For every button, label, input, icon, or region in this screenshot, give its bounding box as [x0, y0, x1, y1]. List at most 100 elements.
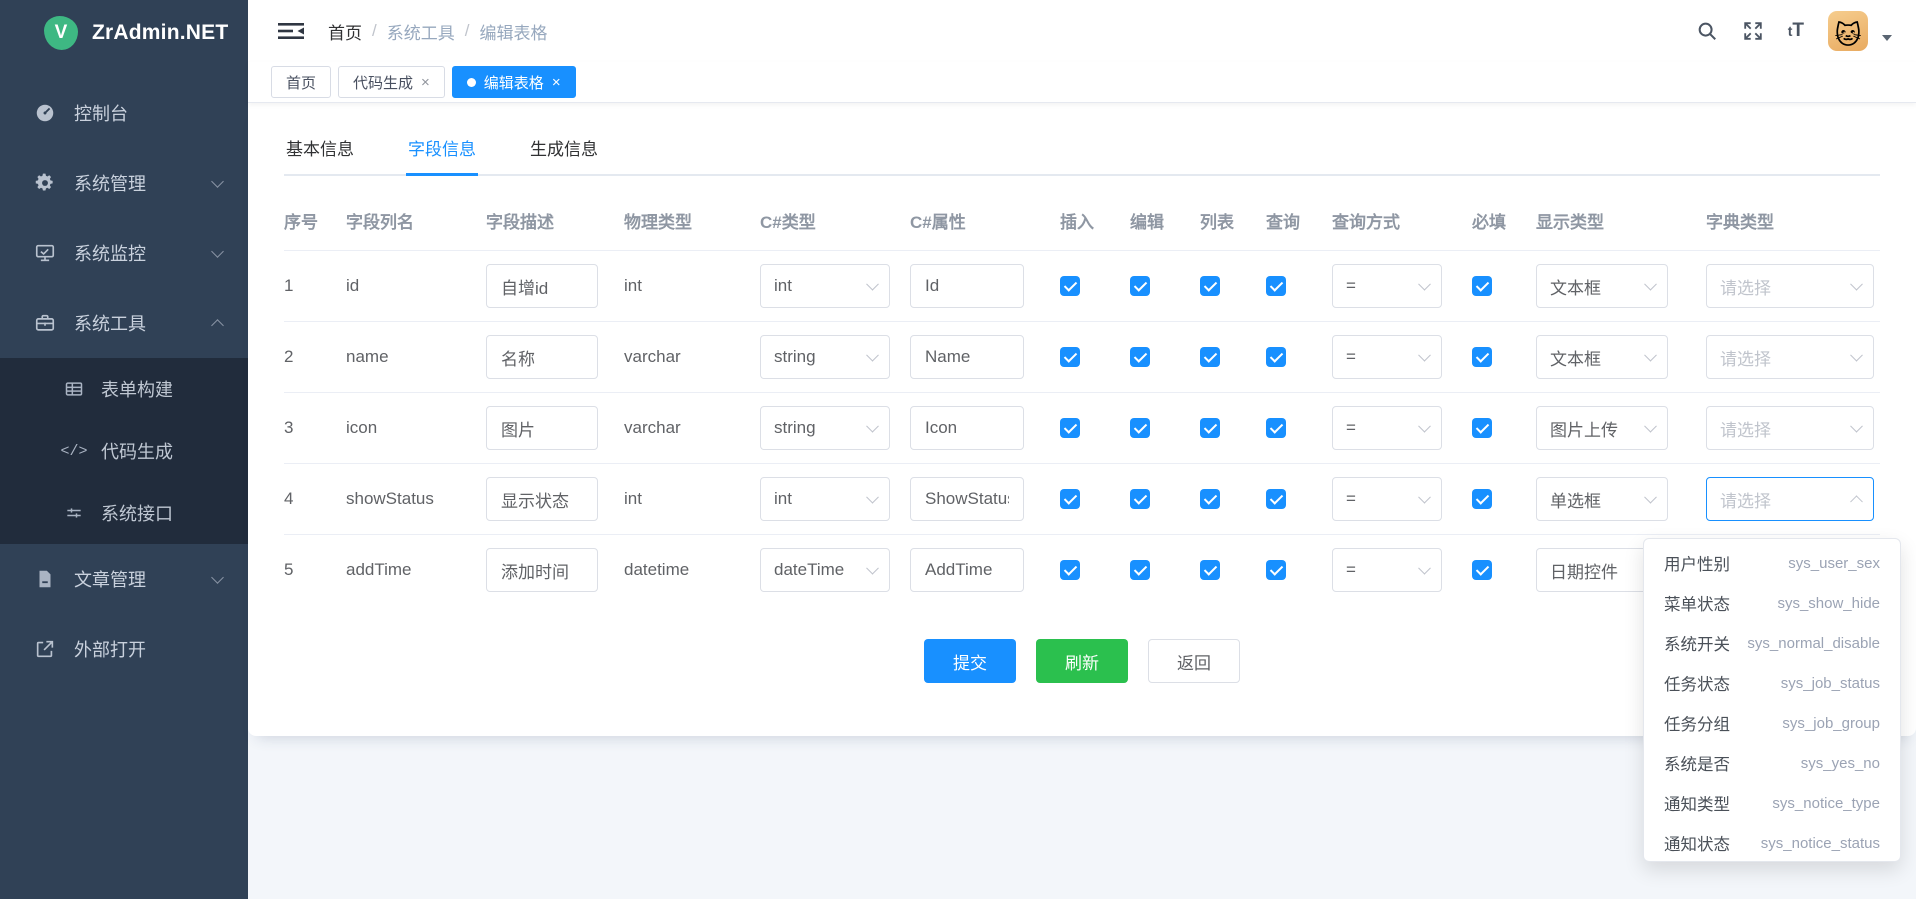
- required-checkbox[interactable]: [1472, 276, 1492, 296]
- submit-button[interactable]: 提交: [924, 639, 1016, 683]
- font-size-icon[interactable]: tT: [1788, 20, 1804, 42]
- collapse-sidebar-icon[interactable]: [278, 20, 304, 42]
- chevron-down-icon: [866, 491, 879, 504]
- csharp-property-input[interactable]: [910, 264, 1024, 308]
- csharp-type-select[interactable]: string: [760, 335, 890, 379]
- dict-option-yes-no[interactable]: 系统是否 sys_yes_no: [1644, 743, 1900, 783]
- required-checkbox[interactable]: [1472, 418, 1492, 438]
- required-checkbox[interactable]: [1472, 560, 1492, 580]
- tag-home[interactable]: 首页: [271, 66, 331, 98]
- dict-option-notice-type[interactable]: 通知类型 sys_notice_type: [1644, 783, 1900, 823]
- description-input[interactable]: [486, 477, 598, 521]
- csharp-type-select[interactable]: int: [760, 264, 890, 308]
- list-checkbox[interactable]: [1200, 418, 1220, 438]
- chevron-down-icon: [866, 278, 879, 291]
- edit-checkbox[interactable]: [1130, 347, 1150, 367]
- query-checkbox[interactable]: [1266, 276, 1286, 296]
- display-type-select[interactable]: 文本框: [1536, 335, 1668, 379]
- sidebar-item-form-build[interactable]: 表单构建: [0, 358, 248, 420]
- csharp-property-input[interactable]: [910, 548, 1024, 592]
- csharp-type-select[interactable]: int: [760, 477, 890, 521]
- required-checkbox[interactable]: [1472, 489, 1492, 509]
- insert-checkbox[interactable]: [1060, 347, 1080, 367]
- dict-option-user-sex[interactable]: 用户性别 sys_user_sex: [1644, 543, 1900, 583]
- tab-generate-info[interactable]: 生成信息: [528, 125, 600, 174]
- breadcrumb-home[interactable]: 首页: [328, 19, 362, 44]
- sidebar-item-code-generate[interactable]: </> 代码生成: [0, 420, 248, 482]
- description-input[interactable]: [486, 264, 598, 308]
- tab-basic-info[interactable]: 基本信息: [284, 125, 356, 174]
- insert-checkbox[interactable]: [1060, 489, 1080, 509]
- display-type-select[interactable]: 文本框: [1536, 264, 1668, 308]
- query-checkbox[interactable]: [1266, 560, 1286, 580]
- fullscreen-icon[interactable]: [1742, 20, 1764, 42]
- close-icon[interactable]: ×: [421, 74, 430, 91]
- sidebar-item-dashboard[interactable]: 控制台: [0, 78, 248, 148]
- tab-field-info[interactable]: 字段信息: [406, 125, 478, 174]
- insert-checkbox[interactable]: [1060, 560, 1080, 580]
- csharp-type-select[interactable]: string: [760, 406, 890, 450]
- dict-option-normal-disable[interactable]: 系统开关 sys_normal_disable: [1644, 623, 1900, 663]
- close-icon[interactable]: ×: [552, 74, 561, 91]
- search-icon[interactable]: [1696, 20, 1718, 42]
- back-button[interactable]: 返回: [1148, 639, 1240, 683]
- app-logo[interactable]: V ZrAdmin.NET: [0, 0, 248, 66]
- dict-option-job-group[interactable]: 任务分组 sys_job_group: [1644, 703, 1900, 743]
- query-method-select[interactable]: =: [1332, 264, 1442, 308]
- query-checkbox[interactable]: [1266, 418, 1286, 438]
- dict-option-notice-status[interactable]: 通知状态 sys_notice_status: [1644, 823, 1900, 862]
- column-name: addTime: [346, 560, 486, 580]
- display-type-select[interactable]: 图片上传: [1536, 406, 1668, 450]
- csharp-type-select[interactable]: dateTime: [760, 548, 890, 592]
- csharp-property-input[interactable]: [910, 477, 1024, 521]
- sidebar-item-system-tools[interactable]: 系统工具: [0, 288, 248, 358]
- tag-edit-table[interactable]: 编辑表格 ×: [452, 66, 576, 98]
- dict-type-select-open[interactable]: 请选择: [1706, 477, 1874, 521]
- sidebar-item-external-open[interactable]: 外部打开: [0, 614, 248, 684]
- csharp-property-input[interactable]: [910, 335, 1024, 379]
- query-checkbox[interactable]: [1266, 489, 1286, 509]
- caret-down-icon[interactable]: [1882, 35, 1892, 41]
- required-checkbox[interactable]: [1472, 347, 1492, 367]
- dict-type-select[interactable]: 请选择: [1706, 264, 1874, 308]
- query-method-select[interactable]: =: [1332, 335, 1442, 379]
- query-method-select[interactable]: =: [1332, 548, 1442, 592]
- tag-code-generate[interactable]: 代码生成 ×: [338, 66, 445, 98]
- sidebar-item-article-manage[interactable]: 文章管理: [0, 544, 248, 614]
- chevron-down-icon: [211, 175, 224, 188]
- list-checkbox[interactable]: [1200, 276, 1220, 296]
- dict-option-show-hide[interactable]: 菜单状态 sys_show_hide: [1644, 583, 1900, 623]
- top-navbar: 首页 / 系统工具 / 编辑表格 tT 🐱: [248, 0, 1916, 62]
- refresh-button[interactable]: 刷新: [1036, 639, 1128, 683]
- dict-option-job-status[interactable]: 任务状态 sys_job_status: [1644, 663, 1900, 703]
- description-input[interactable]: [486, 406, 598, 450]
- sidebar-item-system-monitor[interactable]: 系统监控: [0, 218, 248, 288]
- query-method-select[interactable]: =: [1332, 406, 1442, 450]
- insert-checkbox[interactable]: [1060, 276, 1080, 296]
- query-method-select[interactable]: =: [1332, 477, 1442, 521]
- dict-type-select[interactable]: 请选择: [1706, 335, 1874, 379]
- display-type-select[interactable]: 单选框: [1536, 477, 1668, 521]
- description-input[interactable]: [486, 548, 598, 592]
- csharp-property-input[interactable]: [910, 406, 1024, 450]
- query-checkbox[interactable]: [1266, 347, 1286, 367]
- edit-checkbox[interactable]: [1130, 276, 1150, 296]
- insert-checkbox[interactable]: [1060, 418, 1080, 438]
- table-header-row: 序号 字段列名 字段描述 物理类型 C#类型 C#属性 插入 编辑 列表 查询 …: [284, 190, 1880, 250]
- sidebar-item-system-api[interactable]: 系统接口: [0, 482, 248, 544]
- edit-checkbox[interactable]: [1130, 418, 1150, 438]
- edit-checkbox[interactable]: [1130, 560, 1150, 580]
- list-checkbox[interactable]: [1200, 489, 1220, 509]
- chevron-down-icon: [866, 420, 879, 433]
- avatar[interactable]: 🐱: [1828, 11, 1868, 51]
- column-name: icon: [346, 418, 486, 438]
- column-name: showStatus: [346, 489, 486, 509]
- description-input[interactable]: [486, 335, 598, 379]
- edit-checkbox[interactable]: [1130, 489, 1150, 509]
- list-checkbox[interactable]: [1200, 560, 1220, 580]
- list-checkbox[interactable]: [1200, 347, 1220, 367]
- sidebar-item-system-manage[interactable]: 系统管理: [0, 148, 248, 218]
- chevron-down-icon: [1418, 420, 1431, 433]
- row-index: 2: [284, 347, 346, 367]
- dict-type-select[interactable]: 请选择: [1706, 406, 1874, 450]
